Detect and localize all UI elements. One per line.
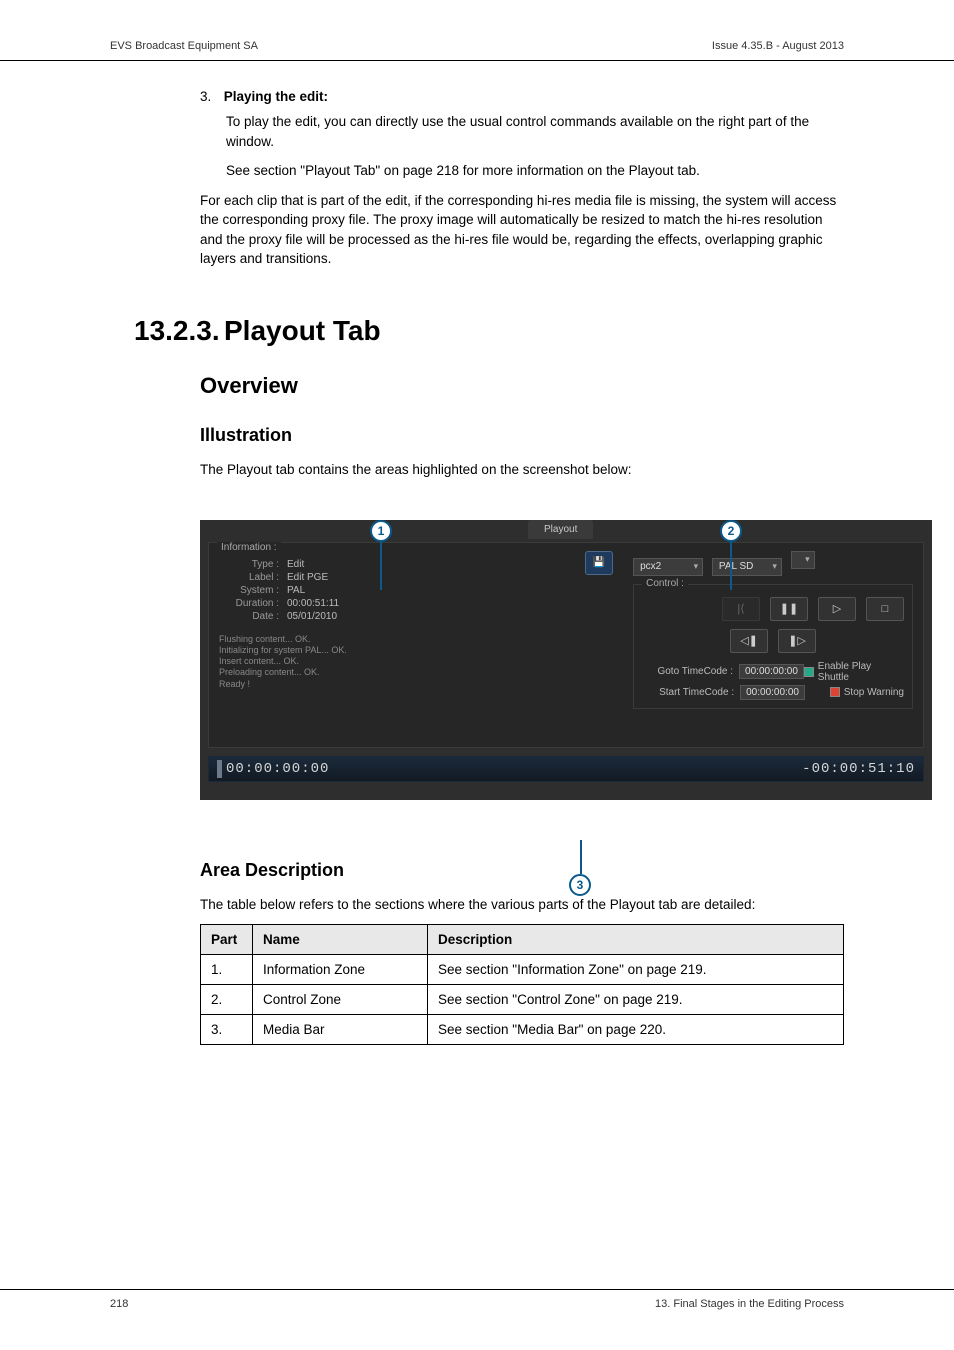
log-line: Initializing for system PAL... OK.: [219, 645, 613, 656]
callout-bubble-1: 1: [370, 520, 392, 542]
media-bar[interactable]: 00:00:00:00 -00:00:51:10: [208, 756, 924, 782]
checkbox-icon: [830, 687, 840, 697]
th-name: Name: [253, 925, 428, 955]
playout-body: Information : 💾 Type :Edit Label :Edit P…: [208, 542, 924, 748]
step-3-para-1: To play the edit, you can directly use t…: [226, 112, 844, 151]
info-row-type: Type :Edit: [219, 559, 613, 570]
illustration-lead: The Playout tab contains the areas highl…: [200, 460, 844, 480]
callout-line-3: [580, 840, 582, 874]
table-row: 1. Information Zone See section "Informa…: [201, 955, 844, 985]
table-lead: The table below refers to the sections w…: [200, 895, 844, 915]
footer-section: 13. Final Stages in the Editing Process: [655, 1298, 844, 1310]
step-title: Playing the edit:: [224, 89, 328, 104]
log-line: Insert content... OK.: [219, 656, 613, 667]
after-step-para: For each clip that is part of the edit, …: [200, 191, 844, 269]
playout-panel: Playout Information : 💾 Type :Edit Label…: [200, 520, 932, 800]
save-icon-glyph: 💾: [593, 557, 605, 568]
step-forward-button[interactable]: ❚▷: [778, 629, 816, 653]
info-row-system: System :PAL: [219, 585, 613, 596]
transport-row-1: |⟨ ❚❚ ▷ □: [642, 597, 904, 621]
log-line: Preloading content... OK.: [219, 667, 613, 678]
transport-row-2: ◁❚ ❚▷: [642, 629, 904, 653]
play-button[interactable]: ▷: [818, 597, 856, 621]
save-icon[interactable]: 💾: [585, 551, 613, 575]
info-legend: Information :: [217, 542, 281, 553]
goto-start-button[interactable]: |⟨: [722, 597, 760, 621]
callout-line-2: [730, 542, 732, 590]
th-description: Description: [428, 925, 844, 955]
section-body: Overview Illustration The Playout tab co…: [200, 373, 844, 480]
overview-heading: Overview: [200, 373, 844, 399]
illustration-heading: Illustration: [200, 425, 844, 446]
th-part: Part: [201, 925, 253, 955]
header-right: Issue 4.35.B - August 2013: [712, 40, 844, 52]
control-legend: Control :: [642, 578, 688, 589]
control-fieldset: Control : |⟨ ❚❚ ▷ □ ◁❚ ❚▷: [633, 584, 913, 709]
media-right-tc: -00:00:51:10: [802, 761, 915, 777]
start-tc-row: Start TimeCode : 00:00:00:00 Stop Warnin…: [642, 685, 904, 700]
start-tc-input[interactable]: 00:00:00:00: [740, 685, 805, 700]
header-left: EVS Broadcast Equipment SA: [110, 40, 258, 52]
section-title: Playout Tab: [224, 315, 381, 347]
callout-bubble-3: 3: [569, 874, 591, 896]
step-back-button[interactable]: ◁❚: [730, 629, 768, 653]
checkbox-label: Enable Play Shuttle: [818, 661, 904, 683]
info-row-date: Date :05/01/2010: [219, 611, 613, 622]
callout-line-1: [380, 542, 382, 590]
goto-tc-input[interactable]: 00:00:00:00: [739, 664, 804, 679]
table-row: 3. Media Bar See section "Media Bar" on …: [201, 1015, 844, 1045]
step-number: 3.: [200, 89, 220, 104]
playout-tab[interactable]: Playout: [528, 520, 593, 539]
step-3-para-2: See section "Playout Tab" on page 218 fo…: [226, 161, 844, 181]
playout-screenshot: 1 2 Playout Information : 💾 Type :Edit: [200, 520, 932, 800]
content-area: 3. Playing the edit: To play the edit, y…: [0, 89, 954, 1045]
information-zone: Information : 💾 Type :Edit Label :Edit P…: [209, 543, 623, 747]
control-zone: pcx2 PAL SD Control : |⟨ ❚❚ ▷ □: [623, 543, 923, 747]
info-row-label: Label :Edit PGE: [219, 572, 613, 583]
area-description-heading: Area Description: [200, 860, 844, 881]
running-header: EVS Broadcast Equipment SA Issue 4.35.B …: [0, 40, 954, 61]
media-left-tc: 00:00:00:00: [226, 761, 329, 777]
table-row: 2. Control Zone See section "Control Zon…: [201, 985, 844, 1015]
page: EVS Broadcast Equipment SA Issue 4.35.B …: [0, 0, 954, 1350]
page-number: 218: [110, 1298, 128, 1310]
goto-tc-label: Goto TimeCode :: [642, 666, 733, 677]
parts-table: Part Name Description 1. Information Zon…: [200, 924, 844, 1045]
section-number: 13.2.3.: [110, 315, 224, 347]
media-cursor-icon: [217, 760, 222, 778]
pause-button[interactable]: ❚❚: [770, 597, 808, 621]
checkbox-label: Stop Warning: [844, 687, 904, 698]
info-row-duration: Duration :00:00:51:11: [219, 598, 613, 609]
table-header-row: Part Name Description: [201, 925, 844, 955]
log-line: Ready !: [219, 679, 613, 690]
stop-button[interactable]: □: [866, 597, 904, 621]
callout-bubble-2: 2: [720, 520, 742, 542]
log-line: Flushing content... OK.: [219, 634, 613, 645]
log-block: Flushing content... OK. Initializing for…: [219, 634, 613, 690]
checkbox-icon: [804, 667, 814, 677]
start-tc-label: Start TimeCode :: [642, 687, 734, 698]
stop-warning-checkbox[interactable]: Stop Warning: [830, 687, 904, 698]
step-3: 3. Playing the edit:: [200, 89, 844, 104]
format-dropdown[interactable]: PAL SD: [712, 558, 782, 576]
area-description-section: Area Description The table below refers …: [200, 860, 844, 1046]
section-heading: 13.2.3. Playout Tab: [110, 315, 844, 347]
running-footer: 218 13. Final Stages in the Editing Proc…: [0, 1289, 954, 1310]
extra-dropdown[interactable]: [791, 551, 815, 569]
goto-tc-row: Goto TimeCode : 00:00:00:00 Enable Play …: [642, 661, 904, 683]
enable-play-shuttle-checkbox[interactable]: Enable Play Shuttle: [804, 661, 904, 683]
device-dropdown[interactable]: pcx2: [633, 558, 703, 576]
info-list: Type :Edit Label :Edit PGE System :PAL D…: [219, 559, 613, 622]
